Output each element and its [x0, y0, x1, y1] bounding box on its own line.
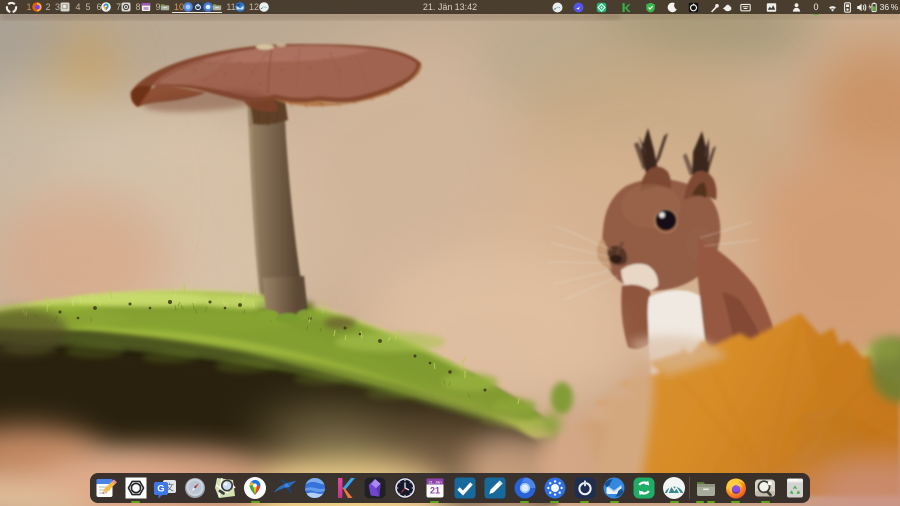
- svg-text:21: 21: [430, 486, 440, 496]
- svg-text:21. Jän: 21. Jän: [428, 480, 441, 485]
- svg-text:G: G: [157, 484, 164, 495]
